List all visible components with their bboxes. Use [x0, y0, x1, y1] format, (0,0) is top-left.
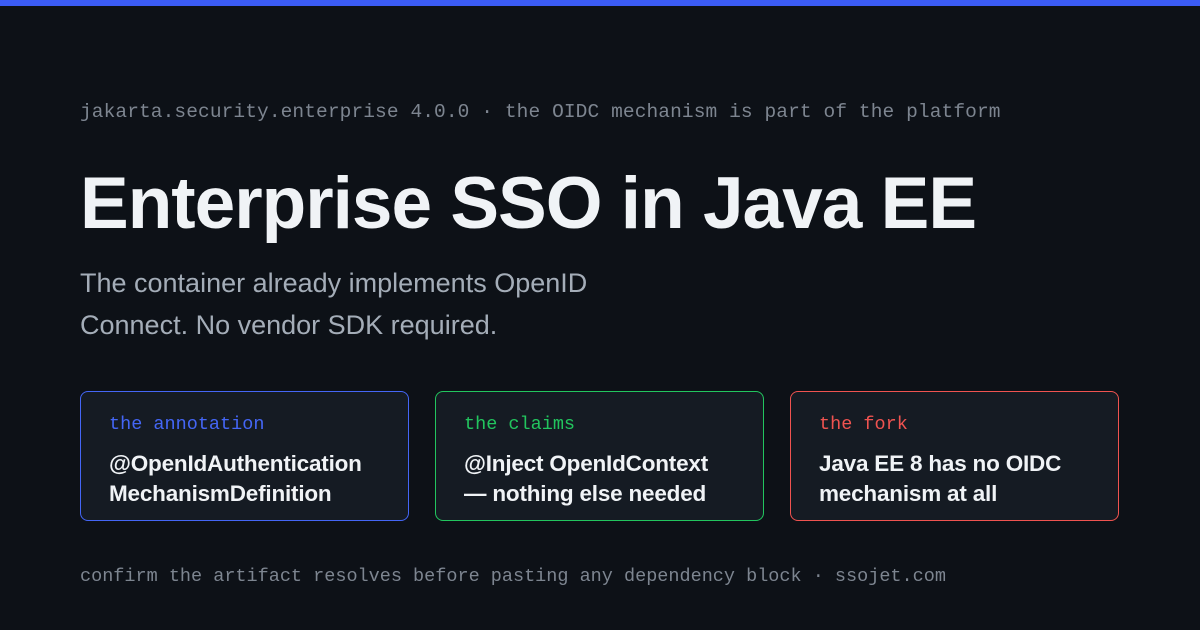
footer-text: confirm the artifact resolves before pas…	[80, 566, 946, 587]
eyebrow-text: jakarta.security.enterprise 4.0.0 · the …	[80, 101, 1001, 123]
card-label: the annotation	[109, 414, 265, 435]
card-text: @Inject OpenIdContext — nothing else nee…	[464, 451, 709, 506]
card-fork: the fork Java EE 8 has no OIDC mechanism…	[790, 391, 1119, 521]
card-annotation: the annotation @OpenIdAuthentication Mec…	[80, 391, 409, 521]
top-accent-bar	[0, 0, 1200, 6]
card-text: Java EE 8 has no OIDC mechanism at all	[819, 451, 1062, 506]
card-claims: the claims @Inject OpenIdContext — nothi…	[435, 391, 764, 521]
card-label: the fork	[819, 414, 908, 435]
card-label: the claims	[464, 414, 576, 435]
card-text: @OpenIdAuthentication MechanismDefinitio…	[109, 451, 362, 506]
subtitle: The container already implements OpenID …	[80, 268, 588, 340]
page-title: Enterprise SSO in Java EE	[80, 163, 977, 244]
